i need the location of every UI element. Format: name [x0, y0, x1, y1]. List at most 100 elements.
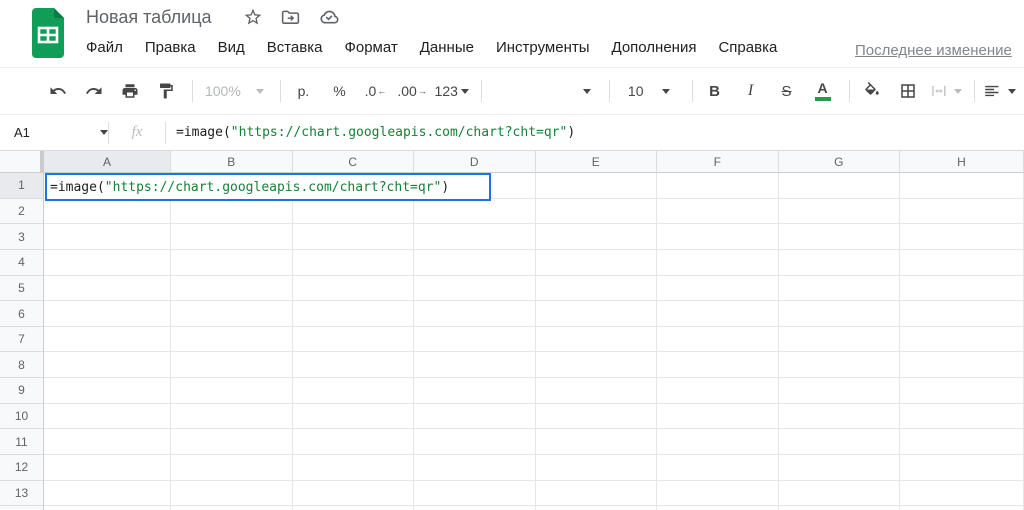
move-folder-icon[interactable] [280, 6, 302, 28]
cell-F8[interactable] [657, 352, 779, 378]
cell-E6[interactable] [536, 301, 658, 327]
currency-format-button[interactable]: р. [289, 77, 317, 105]
borders-button[interactable] [894, 77, 922, 105]
cell-A13[interactable] [44, 481, 171, 507]
cell-F3[interactable] [657, 224, 779, 250]
cell-partial-E[interactable] [536, 506, 658, 510]
font-size-select[interactable]: 10 [618, 77, 680, 105]
cell-D12[interactable] [414, 455, 536, 481]
cell-C8[interactable] [293, 352, 415, 378]
cell-partial-F[interactable] [657, 506, 779, 510]
more-formats-button[interactable]: 123 [435, 77, 469, 105]
last-edit-link[interactable]: Последнее изменение [855, 42, 1012, 59]
horizontal-align-button[interactable] [983, 77, 1016, 105]
cell-E10[interactable] [536, 404, 658, 430]
cell-partial-D[interactable] [414, 506, 536, 510]
cell-F2[interactable] [657, 199, 779, 225]
cell-partial-A[interactable] [44, 506, 171, 510]
cell-partial-G[interactable] [779, 506, 901, 510]
menu-item-tools[interactable]: Инструменты [496, 39, 590, 56]
row-header-partial[interactable] [0, 506, 44, 510]
cell-G7[interactable] [779, 327, 901, 353]
column-header-D[interactable]: D [414, 151, 536, 173]
cell-E7[interactable] [536, 327, 658, 353]
menu-item-file[interactable]: Файл [86, 39, 123, 56]
formula-input[interactable]: =image("https://chart.googleapis.com/cha… [166, 125, 1024, 140]
cell-F13[interactable] [657, 481, 779, 507]
menu-item-view[interactable]: Вид [218, 39, 245, 56]
italic-button[interactable]: I [737, 77, 765, 105]
menu-item-format[interactable]: Формат [344, 39, 397, 56]
name-box[interactable]: A1 [0, 125, 108, 140]
cell-F4[interactable] [657, 250, 779, 276]
cell-A2[interactable] [44, 199, 171, 225]
cell-C4[interactable] [293, 250, 415, 276]
cell-B9[interactable] [171, 378, 293, 404]
column-header-H[interactable]: H [900, 151, 1024, 173]
cell-A3[interactable] [44, 224, 171, 250]
menu-item-data[interactable]: Данные [420, 39, 474, 56]
redo-button[interactable] [80, 77, 108, 105]
font-family-select[interactable] [490, 77, 597, 105]
cell-D7[interactable] [414, 327, 536, 353]
cell-E5[interactable] [536, 276, 658, 302]
decrease-decimal-button[interactable]: .0← [361, 77, 389, 105]
cell-E13[interactable] [536, 481, 658, 507]
cell-G3[interactable] [779, 224, 901, 250]
cell-H6[interactable] [900, 301, 1024, 327]
cell-G5[interactable] [779, 276, 901, 302]
row-header-2[interactable]: 2 [0, 199, 44, 225]
cell-A9[interactable] [44, 378, 171, 404]
cell-D11[interactable] [414, 429, 536, 455]
cell-F7[interactable] [657, 327, 779, 353]
active-cell-editor[interactable]: =image("https://chart.googleapis.com/cha… [45, 173, 491, 201]
cell-D5[interactable] [414, 276, 536, 302]
cell-B2[interactable] [171, 199, 293, 225]
cell-B11[interactable] [171, 429, 293, 455]
cell-B13[interactable] [171, 481, 293, 507]
cell-G2[interactable] [779, 199, 901, 225]
cell-B10[interactable] [171, 404, 293, 430]
cell-partial-B[interactable] [171, 506, 293, 510]
cell-D3[interactable] [414, 224, 536, 250]
cell-B8[interactable] [171, 352, 293, 378]
cell-F6[interactable] [657, 301, 779, 327]
cell-G10[interactable] [779, 404, 901, 430]
cell-E8[interactable] [536, 352, 658, 378]
cell-E9[interactable] [536, 378, 658, 404]
cell-E2[interactable] [536, 199, 658, 225]
percent-format-button[interactable]: % [325, 77, 353, 105]
row-header-12[interactable]: 12 [0, 455, 44, 481]
cell-D4[interactable] [414, 250, 536, 276]
menu-item-help[interactable]: Справка [718, 39, 777, 56]
cell-C3[interactable] [293, 224, 415, 250]
cell-F11[interactable] [657, 429, 779, 455]
cell-H3[interactable] [900, 224, 1024, 250]
cell-A8[interactable] [44, 352, 171, 378]
undo-button[interactable] [44, 77, 72, 105]
cell-G11[interactable] [779, 429, 901, 455]
cell-H13[interactable] [900, 481, 1024, 507]
menu-item-insert[interactable]: Вставка [267, 39, 323, 56]
merge-cells-button[interactable] [930, 77, 963, 105]
cell-H11[interactable] [900, 429, 1024, 455]
row-header-9[interactable]: 9 [0, 378, 44, 404]
cell-G8[interactable] [779, 352, 901, 378]
cell-D9[interactable] [414, 378, 536, 404]
cell-C6[interactable] [293, 301, 415, 327]
cell-E11[interactable] [536, 429, 658, 455]
cell-E12[interactable] [536, 455, 658, 481]
row-header-1[interactable]: 1 [0, 173, 44, 199]
column-header-F[interactable]: F [657, 151, 779, 173]
cell-A11[interactable] [44, 429, 171, 455]
cell-D13[interactable] [414, 481, 536, 507]
cell-D6[interactable] [414, 301, 536, 327]
cell-G4[interactable] [779, 250, 901, 276]
row-header-4[interactable]: 4 [0, 250, 44, 276]
cell-B5[interactable] [171, 276, 293, 302]
cell-C7[interactable] [293, 327, 415, 353]
cell-F12[interactable] [657, 455, 779, 481]
cell-H1[interactable] [900, 173, 1024, 199]
paint-format-button[interactable] [152, 77, 180, 105]
cell-B4[interactable] [171, 250, 293, 276]
